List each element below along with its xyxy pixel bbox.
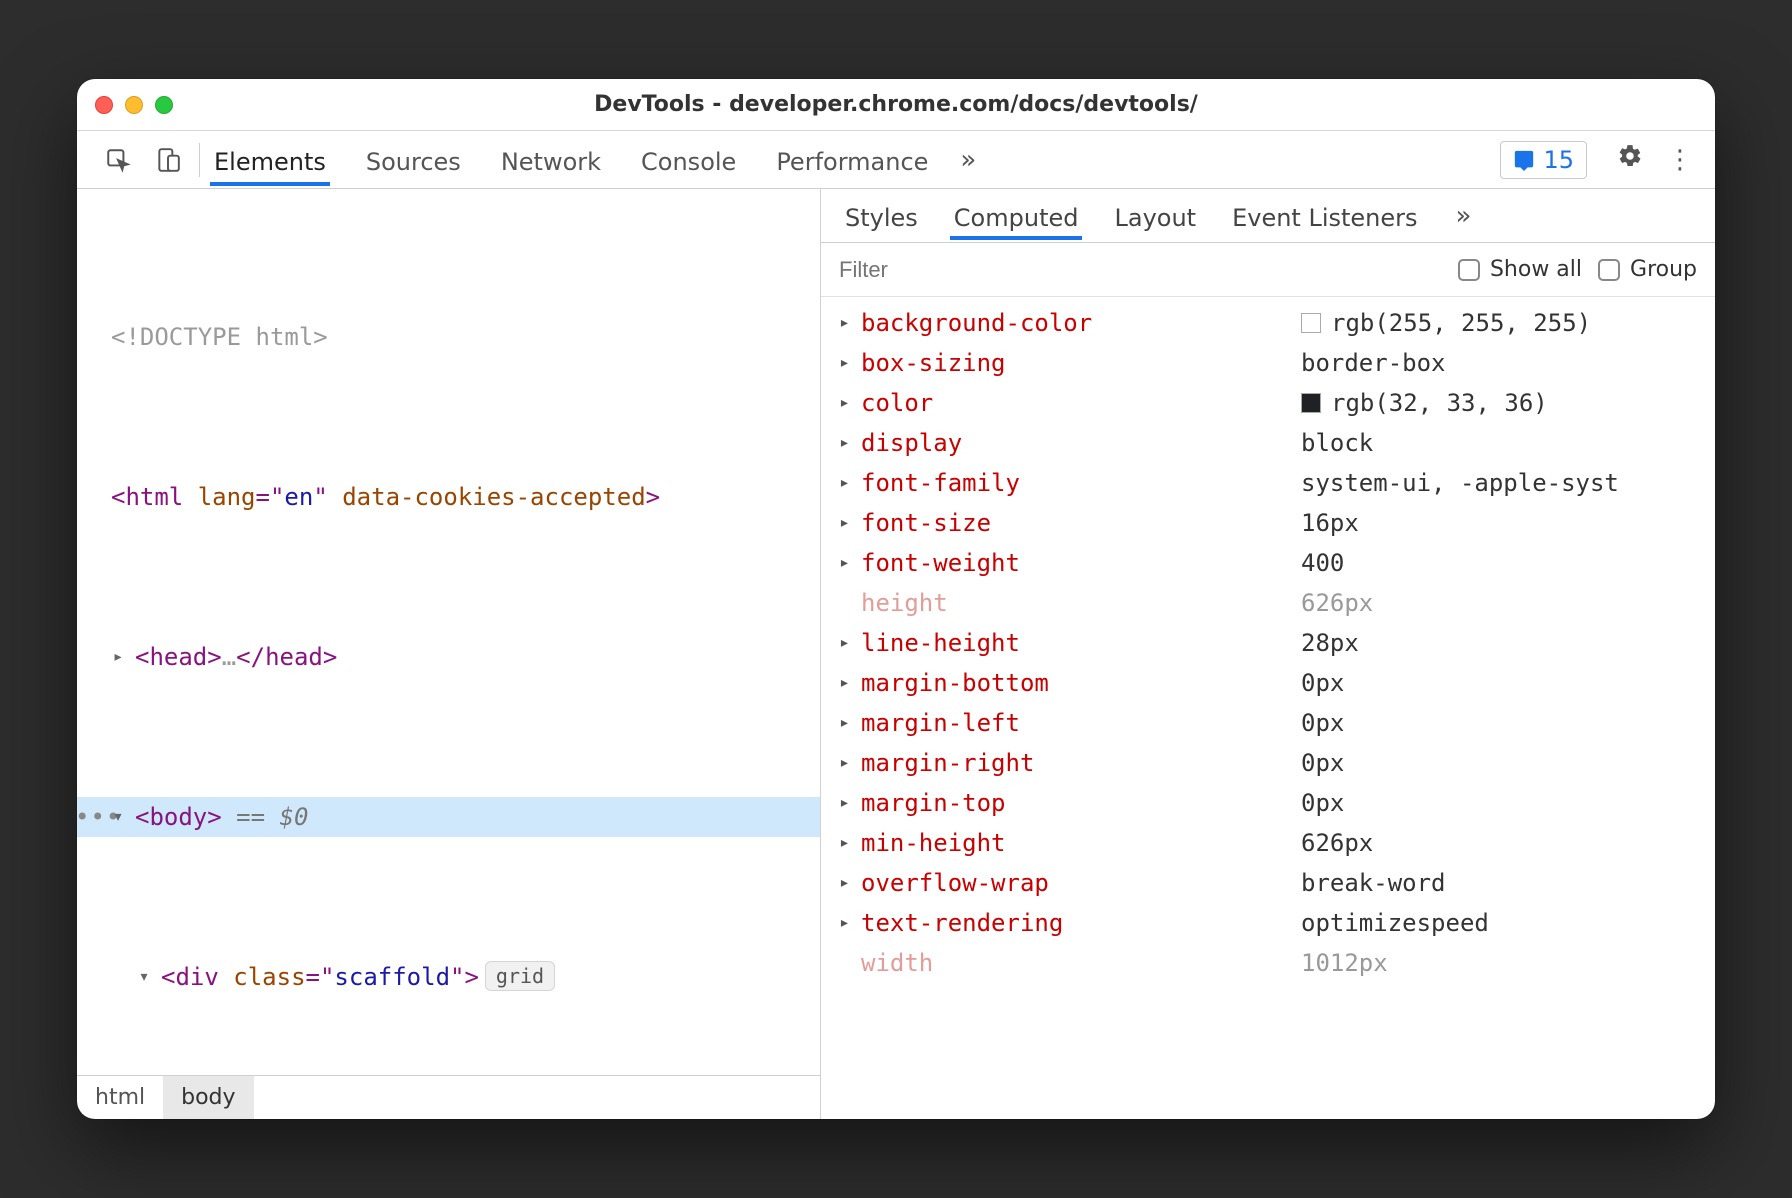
computed-property[interactable]: ▸displayblock bbox=[821, 423, 1715, 463]
crumb-html[interactable]: html bbox=[77, 1076, 163, 1119]
computed-property[interactable]: ▸font-weight400 bbox=[821, 543, 1715, 583]
show-all-checkbox[interactable]: Show all bbox=[1458, 257, 1582, 282]
computed-property[interactable]: ▸font-size16px bbox=[821, 503, 1715, 543]
computed-property[interactable]: ▸colorrgb(32, 33, 36) bbox=[821, 383, 1715, 423]
dom-html-open[interactable]: <html lang="en" data-cookies-accepted> bbox=[77, 477, 820, 517]
issues-badge[interactable]: 15 bbox=[1500, 141, 1587, 179]
maximize-window-button[interactable] bbox=[155, 96, 173, 114]
traffic-lights bbox=[95, 96, 173, 114]
sidebar-tabs: Styles Computed Layout Event Listeners » bbox=[821, 189, 1715, 243]
computed-property[interactable]: ▸min-height626px bbox=[821, 823, 1715, 863]
tab-layout[interactable]: Layout bbox=[1110, 192, 1200, 240]
computed-property[interactable]: ▸margin-left0px bbox=[821, 703, 1715, 743]
main-toolbar: Elements Sources Network Console Perform… bbox=[77, 131, 1715, 189]
elements-panel: <!DOCTYPE html> <html lang="en" data-coo… bbox=[77, 189, 821, 1119]
computed-property[interactable]: width1012px bbox=[821, 943, 1715, 983]
dom-scaffold[interactable]: <div class="scaffold">grid bbox=[77, 957, 820, 997]
dom-body-selected[interactable]: •••<body> == $0 bbox=[77, 797, 820, 837]
styles-sidebar: Styles Computed Layout Event Listeners »… bbox=[821, 189, 1715, 1119]
tab-computed[interactable]: Computed bbox=[950, 192, 1083, 240]
devtools-window: DevTools - developer.chrome.com/docs/dev… bbox=[77, 79, 1715, 1119]
settings-icon[interactable] bbox=[1605, 137, 1655, 182]
filter-input[interactable] bbox=[839, 257, 1442, 283]
titlebar: DevTools - developer.chrome.com/docs/dev… bbox=[77, 79, 1715, 131]
computed-property[interactable]: ▸margin-top0px bbox=[821, 783, 1715, 823]
main-split: <!DOCTYPE html> <html lang="en" data-coo… bbox=[77, 189, 1715, 1119]
filter-row: Show all Group bbox=[821, 243, 1715, 297]
crumb-body[interactable]: body bbox=[163, 1076, 253, 1119]
computed-property[interactable]: ▸line-height28px bbox=[821, 623, 1715, 663]
device-toolbar-icon[interactable] bbox=[145, 141, 191, 179]
tab-event-listeners[interactable]: Event Listeners bbox=[1228, 192, 1421, 240]
minimize-window-button[interactable] bbox=[125, 96, 143, 114]
tab-console[interactable]: Console bbox=[637, 134, 740, 186]
breadcrumb: html body bbox=[77, 1075, 820, 1119]
issues-count: 15 bbox=[1543, 146, 1574, 174]
toolbar-divider bbox=[199, 143, 200, 177]
tab-network[interactable]: Network bbox=[497, 134, 605, 186]
window-title: DevTools - developer.chrome.com/docs/dev… bbox=[77, 92, 1715, 117]
computed-property[interactable]: ▸margin-right0px bbox=[821, 743, 1715, 783]
more-options-icon[interactable]: ⋮ bbox=[1655, 139, 1705, 181]
computed-property[interactable]: ▸box-sizingborder-box bbox=[821, 343, 1715, 383]
more-sidebar-tabs-icon[interactable]: » bbox=[1456, 201, 1472, 231]
group-checkbox[interactable]: Group bbox=[1598, 257, 1697, 282]
inspect-icon[interactable] bbox=[95, 141, 141, 179]
panel-tabs: Elements Sources Network Console Perform… bbox=[210, 134, 932, 186]
computed-property[interactable]: height626px bbox=[821, 583, 1715, 623]
close-window-button[interactable] bbox=[95, 96, 113, 114]
tab-performance[interactable]: Performance bbox=[772, 134, 932, 186]
computed-property[interactable]: ▸margin-bottom0px bbox=[821, 663, 1715, 703]
tab-sources[interactable]: Sources bbox=[362, 134, 465, 186]
dom-head[interactable]: <head>…</head> bbox=[77, 637, 820, 677]
dom-tree[interactable]: <!DOCTYPE html> <html lang="en" data-coo… bbox=[77, 189, 820, 1075]
computed-property[interactable]: ▸font-familysystem-ui, -apple-syst bbox=[821, 463, 1715, 503]
tab-elements[interactable]: Elements bbox=[210, 134, 330, 186]
computed-property[interactable]: ▸text-renderingoptimizespeed bbox=[821, 903, 1715, 943]
computed-properties[interactable]: ▸background-colorrgb(255, 255, 255)▸box-… bbox=[821, 297, 1715, 1119]
dom-doctype[interactable]: <!DOCTYPE html> bbox=[77, 317, 820, 357]
computed-property[interactable]: ▸overflow-wrapbreak-word bbox=[821, 863, 1715, 903]
tab-styles[interactable]: Styles bbox=[841, 192, 922, 240]
computed-property[interactable]: ▸background-colorrgb(255, 255, 255) bbox=[821, 303, 1715, 343]
more-tabs-icon[interactable]: » bbox=[960, 145, 976, 175]
